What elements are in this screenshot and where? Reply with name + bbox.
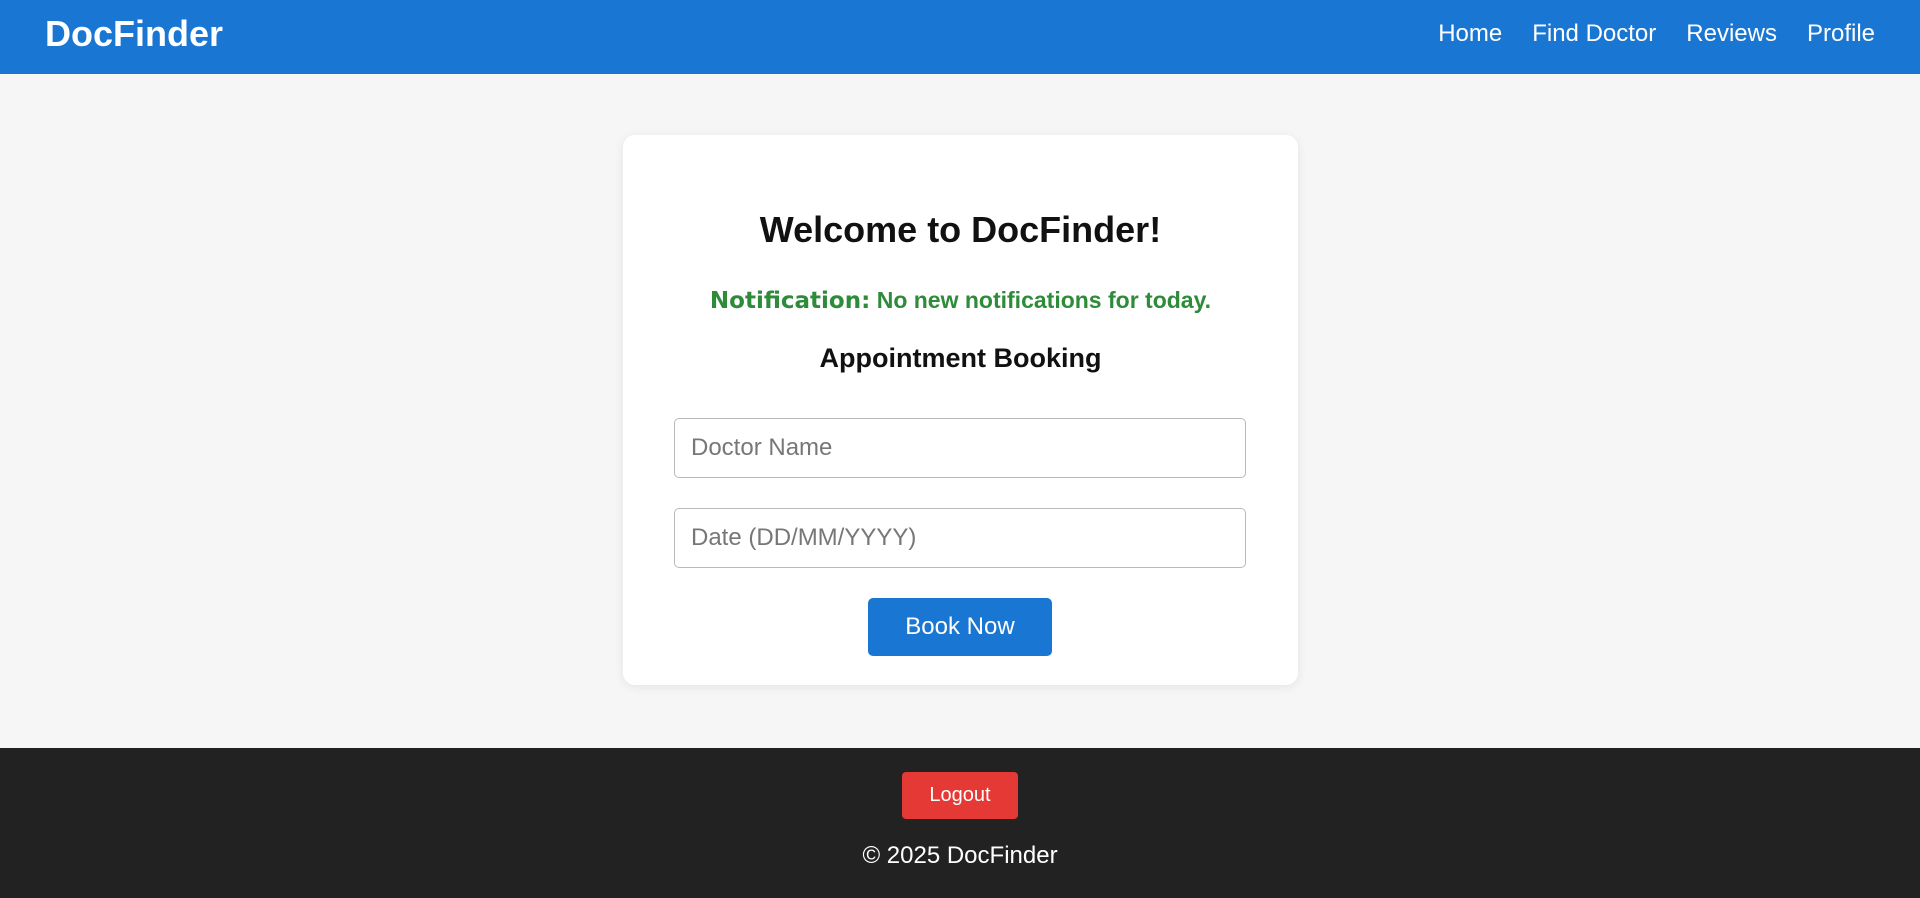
notification-label: Notification: bbox=[709, 288, 871, 314]
main-nav: Home Find Doctor Reviews Profile bbox=[1438, 22, 1875, 46]
brand-logo[interactable]: DocFinder bbox=[45, 16, 223, 52]
nav-find-doctor-link[interactable]: Find Doctor bbox=[1532, 22, 1656, 46]
copyright-text: © 2025 DocFinder bbox=[862, 842, 1058, 869]
nav-reviews-link[interactable]: Reviews bbox=[1686, 22, 1777, 46]
nav-profile-link[interactable]: Profile bbox=[1807, 22, 1875, 46]
booking-card: Welcome to DocFinder! Notification: No n… bbox=[623, 135, 1298, 685]
notification-message: Notification: No new notifications for t… bbox=[623, 287, 1298, 314]
appointment-booking-heading: Appointment Booking bbox=[819, 343, 1102, 373]
top-navbar: DocFinder Home Find Doctor Reviews Profi… bbox=[0, 0, 1920, 74]
welcome-heading: Welcome to DocFinder! bbox=[759, 209, 1162, 250]
nav-home-link[interactable]: Home bbox=[1438, 22, 1502, 46]
doctor-name-input[interactable] bbox=[674, 418, 1246, 478]
page-footer: Logout © 2025 DocFinder bbox=[0, 748, 1920, 898]
book-now-button[interactable]: Book Now bbox=[868, 598, 1052, 656]
logout-button[interactable]: Logout bbox=[902, 772, 1018, 819]
notification-text: No new notifications for today. bbox=[876, 287, 1212, 313]
date-input[interactable] bbox=[674, 508, 1246, 568]
